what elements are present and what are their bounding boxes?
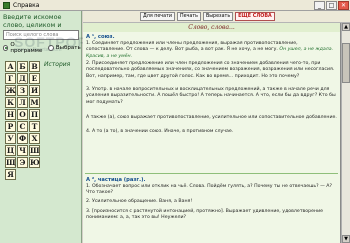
- letter-button[interactable]: З: [17, 85, 28, 96]
- entry-paragraph: 1. Обозначает вопрос или отклик на чьё. …: [86, 184, 332, 196]
- letter-button[interactable]: С: [17, 121, 28, 132]
- letter-button[interactable]: Р: [5, 121, 16, 132]
- entry-paragraph: А также (а), союз выражает противопостав…: [86, 115, 337, 120]
- letter-button[interactable]: Ш: [29, 145, 40, 156]
- toolbar: Для печати Печать Вырезать ЕЩЁ СЛОВА: [83, 11, 350, 23]
- radio-about[interactable]: О программе: [3, 42, 43, 54]
- window-title: Справка: [13, 1, 40, 9]
- scroll-up-icon[interactable]: ▲: [342, 23, 350, 31]
- scroll-thumb[interactable]: [342, 43, 350, 83]
- left-panel: Введите искомое слово, целиком и точно: …: [0, 11, 82, 243]
- search-input[interactable]: Поиск целого слова: [3, 30, 79, 40]
- letter-button[interactable]: Ф: [17, 133, 28, 144]
- window-titlebar: Справка _ □ ✕: [0, 0, 350, 11]
- letter-button[interactable]: П: [29, 109, 40, 120]
- letter-button[interactable]: Б: [17, 61, 28, 72]
- letter-button[interactable]: К: [5, 97, 16, 108]
- letter-button[interactable]: О: [17, 109, 28, 120]
- content-scrollbar[interactable]: ▲ ▼: [341, 23, 350, 243]
- print-button[interactable]: Печать: [177, 12, 201, 21]
- letter-button[interactable]: Ц: [5, 145, 16, 156]
- radio-dot-icon: [47, 44, 54, 51]
- entry-divider: [85, 173, 338, 174]
- print-preview-button[interactable]: Для печати: [140, 12, 175, 21]
- letter-button[interactable]: Л: [17, 97, 28, 108]
- letter-button[interactable]: Э: [17, 157, 28, 168]
- entry-paragraph: 4. А то (а то), в значении союз. Иначе, …: [86, 129, 234, 134]
- letter-button[interactable]: А: [5, 61, 16, 72]
- scroll-down-icon[interactable]: ▼: [342, 235, 350, 243]
- history-label: История: [44, 61, 71, 68]
- radio-about-label: О программе: [10, 41, 43, 54]
- entry-paragraph: 1. Соединяет предложения или члены предл…: [86, 41, 337, 60]
- letter-button[interactable]: Е: [29, 73, 40, 84]
- radio-dot-icon: [3, 44, 9, 51]
- letter-button[interactable]: Н: [5, 109, 16, 120]
- letter-button[interactable]: М: [29, 97, 40, 108]
- letter-button[interactable]: Ч: [17, 145, 28, 156]
- more-words-button[interactable]: ЕЩЁ СЛОВА: [235, 12, 275, 21]
- entry-paragraph: 2. Усилительное обращение. Ваня, а Ваня!: [86, 199, 193, 204]
- cut-button[interactable]: Вырезать: [202, 12, 234, 21]
- entry-paragraph: 3. Употр. в начале вопросительных и воск…: [86, 87, 336, 105]
- letter-button[interactable]: Ж: [5, 85, 16, 96]
- letter-button[interactable]: Ю: [29, 157, 40, 168]
- entry-paragraph: 3. [произносится с растянутой интонацией…: [86, 209, 324, 221]
- minimize-button[interactable]: _: [314, 0, 325, 10]
- radio-select[interactable]: Выбрать: [47, 44, 81, 51]
- entry-head: А ¹, союз.: [86, 34, 115, 40]
- letter-button[interactable]: Я: [5, 169, 16, 180]
- letter-button[interactable]: Д: [17, 73, 28, 84]
- letter-button[interactable]: Щ: [5, 157, 16, 168]
- article-heading: Слово, слова...: [83, 23, 340, 32]
- radio-select-label: Выбрать: [55, 44, 81, 51]
- entry-head: А ², частица (разг.).: [86, 177, 146, 183]
- letter-button[interactable]: Х: [29, 133, 40, 144]
- letter-button[interactable]: И: [29, 85, 40, 96]
- letter-button[interactable]: В: [29, 61, 40, 72]
- close-button[interactable]: ✕: [338, 0, 349, 10]
- article-content: Слово, слова... А ¹, союз. 1. Соединяет …: [83, 23, 341, 243]
- letter-button[interactable]: Т: [29, 121, 40, 132]
- alphabet-grid: АБВ ГДЕ ЖЗИ КЛМ НОП РСТ УФХ ЦЧШ ЩЭЮ Я: [5, 61, 41, 180]
- app-icon: [3, 1, 10, 9]
- maximize-button[interactable]: □: [326, 0, 337, 10]
- entry-text: 1. Соединяет предложения или члены предл…: [86, 41, 298, 53]
- entry-paragraph: 2. Присоединяет предложение или член пре…: [86, 61, 335, 79]
- letter-button[interactable]: Г: [5, 73, 16, 84]
- letter-button[interactable]: У: [5, 133, 16, 144]
- mode-radio-group: О программе Выбрать: [3, 42, 81, 54]
